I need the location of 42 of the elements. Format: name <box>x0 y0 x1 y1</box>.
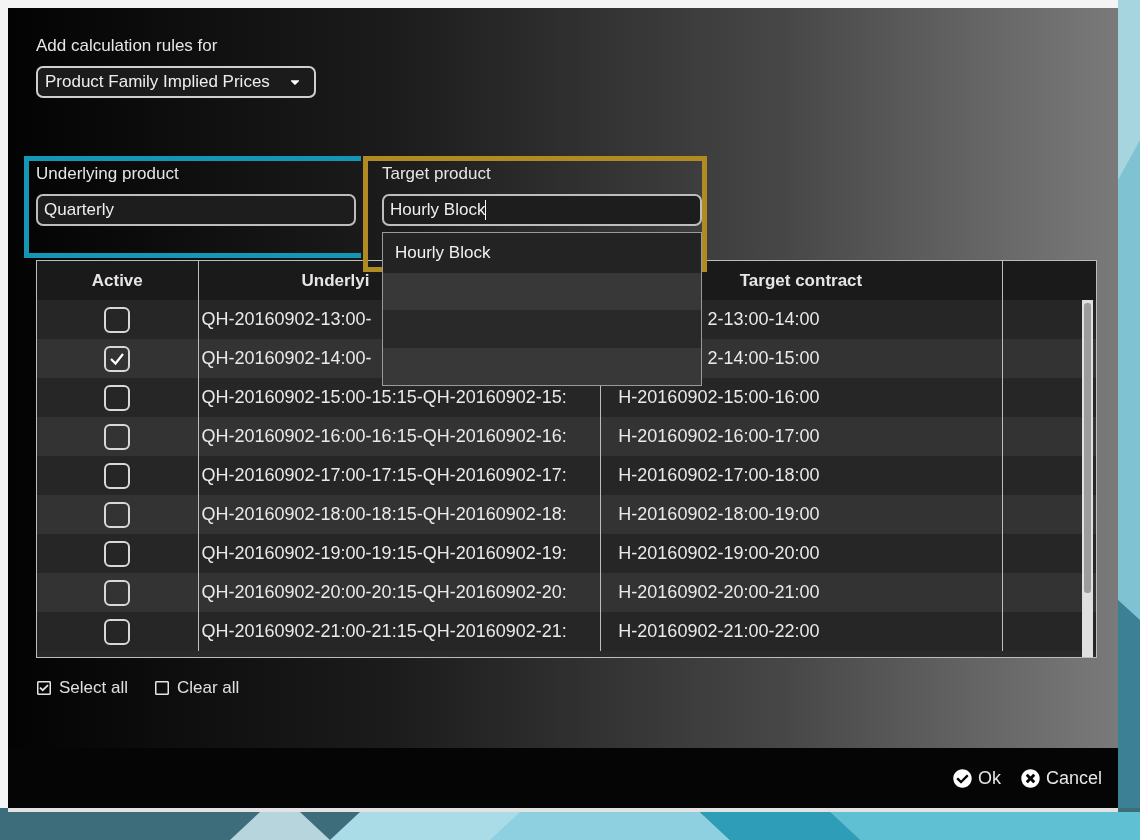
table-cell-text: H-20160902-17:00-18:00 <box>617 465 820 486</box>
select-link[interactable]: Clear all <box>154 678 240 698</box>
table-cell-text: QH-20160902-18:00-18:15-QH-20160902-18: <box>200 504 567 525</box>
active-checkbox[interactable] <box>104 462 131 489</box>
table-cell-text: H-20160902-20:00-21:00 <box>617 582 820 603</box>
active-checkbox[interactable] <box>104 579 131 606</box>
active-checkbox[interactable] <box>104 423 131 450</box>
table-cell-text: QH-20160902-15:00-15:15-QH-20160902-15: <box>200 387 567 408</box>
checkmark-icon <box>109 351 126 366</box>
table-cell-text: QH-20160902-19:00-19:15-QH-20160902-19: <box>200 543 567 564</box>
field-label: Underlying product <box>36 164 180 184</box>
footer-button[interactable]: Ok <box>952 767 1001 789</box>
table-cell-text: QH-20160902-17:00-17:15-QH-20160902-17: <box>200 465 567 486</box>
table-cell-text: QH-20160902-20:00-20:15-QH-20160902-20: <box>200 582 567 603</box>
rule-type-dropdown[interactable]: Product Family Implied Prices <box>36 66 316 98</box>
field-label: Target product <box>382 164 492 184</box>
table-cell-text: H-20160902-16:00-17:00 <box>617 426 820 447</box>
table-cell-text: QH-20160902-16:00-16:15-QH-20160902-16: <box>200 426 567 447</box>
column-header: Active <box>37 261 198 300</box>
active-checkbox[interactable] <box>104 345 131 372</box>
table-cell-text: H-20160902-19:00-20:00 <box>617 543 820 564</box>
active-checkbox[interactable] <box>104 306 131 333</box>
table-cell-text: QH-20160902-21:00-21:15-QH-20160902-21: <box>200 621 567 642</box>
table-cell-text: 2-13:00-14:00 <box>706 309 820 330</box>
suggestion-option[interactable]: Hourly Block <box>383 233 701 273</box>
scrollbar-track[interactable] <box>1082 300 1093 657</box>
table-cell-text: H-20160902-21:00-22:00 <box>617 621 820 642</box>
table-cell-text: H-20160902-18:00-19:00 <box>617 504 820 525</box>
product-field[interactable]: Hourly Block <box>382 194 702 226</box>
table-cell-text: H-20160902-15:00-16:00 <box>617 387 820 408</box>
heading-text: Add calculation rules for <box>36 36 218 56</box>
scrollbar-thumb[interactable] <box>1084 303 1091 593</box>
active-checkbox[interactable] <box>104 618 131 645</box>
active-checkbox[interactable] <box>104 540 131 567</box>
product-field[interactable]: Quarterly <box>36 194 356 226</box>
active-checkbox[interactable] <box>104 501 131 528</box>
active-checkbox[interactable] <box>104 384 131 411</box>
select-link[interactable]: Select all <box>36 678 128 698</box>
table-cell-text: QH-20160902-14:00- <box>200 348 372 369</box>
table-cell-text: QH-20160902-13:00- <box>200 309 372 330</box>
footer-button[interactable]: Cancel <box>1020 767 1102 789</box>
table-cell-text: 2-14:00-15:00 <box>706 348 820 369</box>
